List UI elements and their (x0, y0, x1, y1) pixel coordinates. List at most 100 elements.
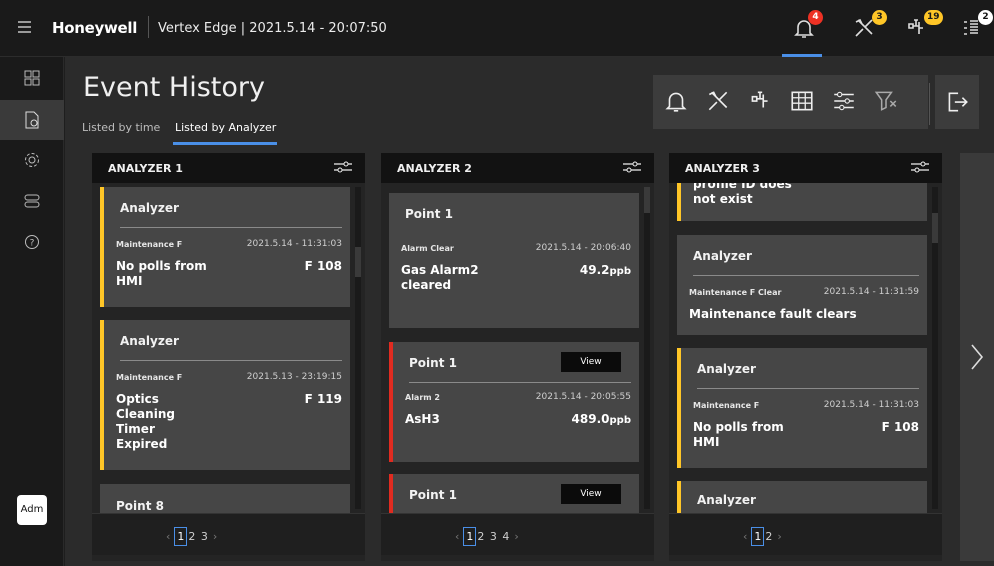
column-card-list[interactable]: profile ID does not exist Analyzer Maint… (669, 183, 942, 513)
column-pager: ‹ 1 2 3 › (92, 513, 365, 555)
event-type: Maintenance F Clear (689, 288, 782, 297)
card-divider (120, 227, 342, 228)
next-page-icon[interactable]: › (510, 530, 522, 543)
clear-filter-button[interactable] (873, 88, 901, 116)
main-content: Event History Listed by time Listed by A… (65, 57, 994, 566)
page-number[interactable]: 2 (476, 530, 485, 543)
user-avatar[interactable]: Adm (17, 495, 47, 525)
maintenance-button[interactable]: 3 (848, 10, 887, 44)
next-page-icon[interactable]: › (209, 530, 221, 543)
status-count-badge: 2 (978, 10, 993, 25)
event-card[interactable]: Point 1 View Alarm 2 2021.5.14 - 20:05:5… (389, 342, 639, 462)
valve-filter-icon (751, 91, 768, 108)
next-analyzers-button[interactable] (960, 153, 994, 561)
rail-item-dashboard[interactable] (0, 59, 64, 99)
page-number[interactable]: 3 (489, 530, 498, 543)
card-divider (693, 275, 919, 276)
page-number[interactable]: 2 (187, 530, 196, 543)
hamburger-menu-icon[interactable] (18, 21, 31, 33)
event-message: Optics Cleaning Timer Expired (116, 392, 175, 451)
event-value: F 108 (304, 259, 342, 273)
active-tab-underline (173, 142, 277, 145)
card-title: Analyzer (697, 362, 756, 376)
event-card[interactable]: profile ID does not exist (677, 183, 927, 221)
status-list-button[interactable]: 2 (956, 10, 993, 44)
maintenance-count-badge: 3 (872, 10, 887, 25)
rail-item-settings[interactable] (0, 141, 64, 181)
alarm-bell-button[interactable]: 4 (788, 10, 824, 44)
filter-valves-button[interactable] (747, 88, 775, 116)
view-button[interactable]: View (561, 484, 621, 504)
filter-maintenance-button[interactable] (705, 88, 733, 116)
card-title: Analyzer (697, 493, 756, 507)
page-number[interactable]: 1 (463, 527, 477, 546)
card-divider (120, 360, 342, 361)
event-value: F 119 (304, 392, 342, 406)
filter-clear-icon (874, 91, 897, 111)
rail-item-help[interactable]: ? (0, 223, 64, 263)
event-card[interactable]: Point 1 Alarm Clear 2021.5.14 - 20:06:40… (389, 193, 639, 328)
event-card[interactable]: Analyzer (677, 481, 927, 513)
page-number[interactable]: 2 (764, 530, 773, 543)
sliders-icon (834, 91, 854, 111)
toggle-icon (24, 194, 40, 208)
column-title: ANALYZER 1 (108, 162, 183, 175)
grid-table-icon (791, 91, 813, 111)
brand-divider (148, 16, 149, 38)
settings-sliders-button[interactable] (831, 88, 859, 116)
event-card[interactable]: Point 8 (100, 484, 350, 513)
column-title: ANALYZER 3 (685, 162, 760, 175)
tab-listed-by-analyzer[interactable]: Listed by Analyzer (175, 121, 276, 134)
alarm-count-badge: 4 (808, 10, 823, 25)
column-header: ANALYZER 1 (92, 153, 365, 183)
column-scrollbar[interactable] (932, 187, 938, 509)
column-filter-icon[interactable] (622, 159, 642, 175)
column-header: ANALYZER 3 (669, 153, 942, 183)
chevron-right-icon (971, 344, 984, 370)
event-card[interactable]: Point 1 View (389, 474, 639, 513)
table-view-button[interactable] (789, 88, 817, 116)
rail-item-event-history[interactable] (0, 100, 64, 140)
value-unit: ppb (609, 415, 631, 426)
event-card[interactable]: Analyzer Maintenance F Clear 2021.5.14 -… (677, 235, 927, 335)
view-button[interactable]: View (561, 352, 621, 372)
analyzer-column: ANALYZER 3 profile ID does not exist Ana… (669, 153, 942, 561)
svg-text:?: ? (30, 239, 35, 249)
event-message: No polls from HMI (116, 259, 207, 288)
column-card-list[interactable]: Analyzer Maintenance F 2021.5.14 - 11:31… (92, 183, 365, 513)
card-title: Point 8 (116, 499, 164, 513)
analyzer-column: ANALYZER 1 Analyzer Maintenance F 2021.5… (92, 153, 365, 561)
column-card-list[interactable]: Point 1 Alarm Clear 2021.5.14 - 20:06:40… (381, 183, 654, 513)
column-filter-icon[interactable] (910, 159, 930, 175)
page-number[interactable]: 4 (501, 530, 510, 543)
logout-button[interactable] (935, 75, 979, 129)
help-icon: ? (25, 235, 39, 249)
tab-listed-by-time[interactable]: Listed by time (82, 121, 160, 134)
page-title: Event History (83, 72, 265, 103)
page-number[interactable]: 1 (751, 527, 765, 546)
column-pager: ‹ 1 2 › (669, 513, 942, 555)
filter-alarms-button[interactable] (663, 88, 691, 116)
card-divider (697, 388, 919, 389)
page-number[interactable]: 1 (174, 527, 188, 546)
column-filter-icon[interactable] (333, 159, 353, 175)
page-number[interactable]: 3 (200, 530, 209, 543)
prev-page-icon[interactable]: ‹ (451, 530, 463, 543)
event-message: Gas Alarm2 cleared (401, 263, 479, 292)
column-scrollbar[interactable] (644, 187, 650, 509)
event-card[interactable]: Analyzer Maintenance F 2021.5.14 - 11:31… (677, 348, 927, 468)
event-time: 2021.5.13 - 23:19:15 (246, 372, 342, 382)
event-message: profile ID does not exist (693, 183, 792, 206)
valve-button[interactable]: 19 (900, 10, 943, 44)
event-type: Alarm 2 (405, 393, 440, 402)
prev-page-icon[interactable]: ‹ (739, 530, 751, 543)
column-scrollbar[interactable] (355, 187, 361, 509)
app-title: Vertex Edge | 2021.5.14 - 20:07:50 (158, 21, 387, 36)
next-page-icon[interactable]: › (773, 530, 785, 543)
rail-item-toggles[interactable] (0, 182, 64, 222)
brand-logo: Honeywell (52, 19, 138, 37)
event-card[interactable]: Analyzer Maintenance F 2021.5.13 - 23:19… (100, 320, 350, 470)
prev-page-icon[interactable]: ‹ (162, 530, 174, 543)
event-card[interactable]: Analyzer Maintenance F 2021.5.14 - 11:31… (100, 187, 350, 307)
logout-icon (948, 92, 968, 112)
